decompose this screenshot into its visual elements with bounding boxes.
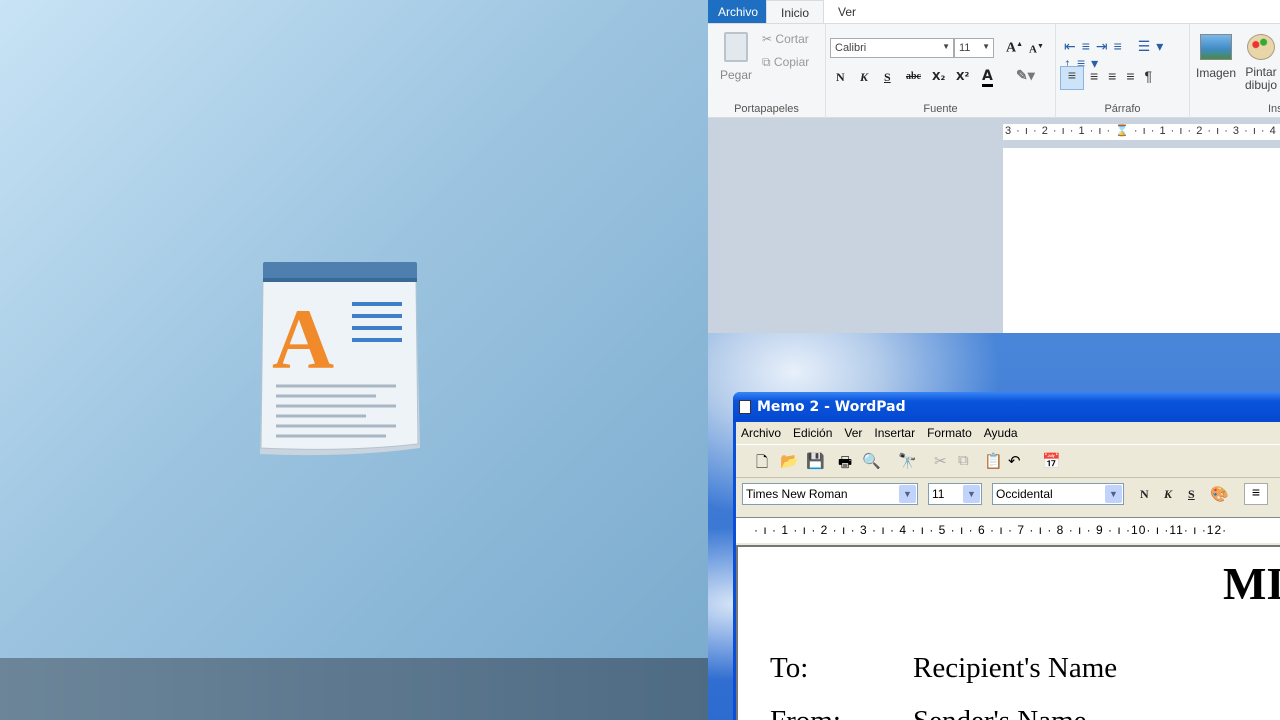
underline-button[interactable]: S	[1188, 487, 1195, 502]
old-wordpad-window: Memo 2 - WordPad Archivo Edición Ver Ins…	[733, 392, 1280, 720]
align-icons[interactable]: ≡≡≡¶	[1090, 68, 1162, 84]
format-bar: Times New Roman ▼ 11 ▼ Occidental ▼ N K S 🎨…	[736, 478, 1280, 510]
save-icon[interactable]: 💾	[806, 452, 825, 470]
tab-inicio[interactable]: Inicio	[766, 0, 824, 23]
highlight-icon[interactable]: ✎▾	[1016, 68, 1035, 85]
shrink-font-icon[interactable]: A▼	[1029, 42, 1044, 56]
ribbon-tabs: Archivo Inicio Ver	[708, 0, 1280, 24]
group-label: Ins	[1268, 103, 1280, 115]
print-icon[interactable]: 🖶	[838, 452, 852, 477]
svg-text:A: A	[272, 291, 334, 387]
wordpad-icon	[739, 400, 751, 414]
superscript-button[interactable]: X²	[956, 70, 969, 83]
underline-button[interactable]: S	[884, 70, 891, 85]
size-select[interactable]: 11 ▼	[928, 483, 982, 505]
subscript-button[interactable]: X₂	[932, 70, 945, 83]
ribbon: Pegar ✂ Cortar ⧉ Copiar Portapapeles Cal…	[708, 24, 1280, 118]
font-size-select[interactable]: 11 ▼	[954, 38, 994, 58]
group-label: Párrafo	[1104, 103, 1141, 115]
window-title: Memo 2 - WordPad	[757, 399, 906, 415]
menu-archivo[interactable]: Archivo	[741, 426, 781, 440]
tab-ver[interactable]: Ver	[824, 0, 866, 23]
copy-icon: ⧉	[762, 55, 771, 69]
palette-icon	[1247, 34, 1275, 60]
group-font: Calibri ▼ 11 ▼ A▲ A▼ N K S abc X₂ X² A ✎▾ …	[826, 24, 1056, 118]
menu-insertar[interactable]: Insertar	[874, 426, 915, 440]
taskbar-strip	[0, 658, 708, 720]
bold-button[interactable]: N	[1140, 487, 1149, 502]
document-page[interactable]	[1003, 148, 1280, 333]
undo-icon[interactable]: ↶	[1008, 452, 1021, 470]
to-value: Recipient's Name	[913, 652, 1118, 684]
group-clipboard: Pegar ✂ Cortar ⧉ Copiar Portapapeles	[708, 24, 826, 118]
date-time-icon[interactable]: 📅	[1042, 452, 1061, 470]
group-insert: Imagen Pintar dibujo Ins	[1190, 24, 1280, 118]
strikethrough-button[interactable]: abc	[906, 71, 921, 82]
group-paragraph: ⇤≡⇥≡ ☰▾ ↕≡▾ ≡ ≡≡≡¶ Párrafo	[1056, 24, 1190, 118]
toolbar: 🗋 📂 💾 🖶 🔍 🔭 ✂ ⧉ 📋 ↶ 📅	[736, 444, 1280, 478]
clipboard-icon	[724, 32, 748, 62]
script-select[interactable]: Occidental ▼	[992, 483, 1124, 505]
wordpad-app-icon: A	[260, 262, 420, 456]
to-label: To:	[770, 652, 809, 684]
from-value: Sender's Name	[913, 705, 1087, 720]
open-icon[interactable]: 📂	[780, 452, 799, 470]
image-icon	[1200, 34, 1232, 60]
align-left-button[interactable]: ≡	[1244, 483, 1268, 505]
paste-button[interactable]: Pegar	[720, 32, 752, 82]
ruler[interactable]: · ı · 1 · ı · 2 · ı · 3 · ı · 4 · ı · 5 …	[736, 517, 1280, 543]
document-area[interactable]: MI To: Recipient's Name From: Sender's N…	[736, 545, 1280, 720]
align-left-button[interactable]: ≡	[1060, 66, 1084, 90]
memo-heading: MI	[1223, 558, 1280, 609]
find-icon[interactable]: 🔭	[898, 452, 917, 470]
menu-formato[interactable]: Formato	[927, 426, 972, 440]
grow-font-icon[interactable]: A▲	[1006, 40, 1023, 57]
menu-ayuda[interactable]: Ayuda	[984, 426, 1018, 440]
menu-bar: Archivo Edición Ver Insertar Formato Ayu…	[736, 422, 1280, 444]
tab-archivo[interactable]: Archivo	[708, 0, 766, 23]
group-label: Fuente	[923, 103, 958, 115]
image-button[interactable]: Imagen	[1196, 34, 1236, 80]
font-select[interactable]: Times New Roman ▼	[742, 483, 918, 505]
group-label: Portapapeles	[734, 103, 799, 115]
title-bar[interactable]: Memo 2 - WordPad	[733, 392, 1280, 422]
paint-drawing-button[interactable]: Pintar dibujo	[1240, 34, 1280, 92]
desktop-background: A	[0, 0, 708, 720]
font-family-select[interactable]: Calibri ▼	[830, 38, 954, 58]
from-label: From:	[770, 705, 841, 720]
new-wordpad-window: Archivo Inicio Ver Pegar ✂ Cortar ⧉ Copi…	[708, 0, 1280, 333]
bold-button[interactable]: N	[836, 70, 845, 85]
menu-ver[interactable]: Ver	[844, 426, 862, 440]
copy-button[interactable]: ⧉ Copiar	[762, 55, 809, 70]
cut-button[interactable]: ✂ Cortar	[762, 32, 809, 46]
print-preview-icon[interactable]: 🔍	[862, 452, 881, 470]
paste-icon[interactable]: 📋	[984, 452, 1003, 470]
ruler[interactable]: 3 · ı · 2 · ı · 1 · ı · ⌛ · ı · 1 · ı · …	[1003, 124, 1280, 140]
italic-button[interactable]: K	[860, 70, 868, 85]
italic-button[interactable]: K	[1164, 487, 1172, 502]
scissors-icon: ✂	[762, 32, 773, 46]
new-icon[interactable]: 🗋	[756, 452, 768, 477]
font-color-button[interactable]: A	[982, 68, 993, 87]
xp-desktop-background: Memo 2 - WordPad Archivo Edición Ver Ins…	[708, 333, 1280, 720]
menu-edicion[interactable]: Edición	[793, 426, 832, 440]
copy-icon[interactable]: ⧉	[958, 452, 969, 469]
color-icon[interactable]: 🎨	[1210, 485, 1229, 504]
cut-icon[interactable]: ✂	[934, 452, 947, 470]
